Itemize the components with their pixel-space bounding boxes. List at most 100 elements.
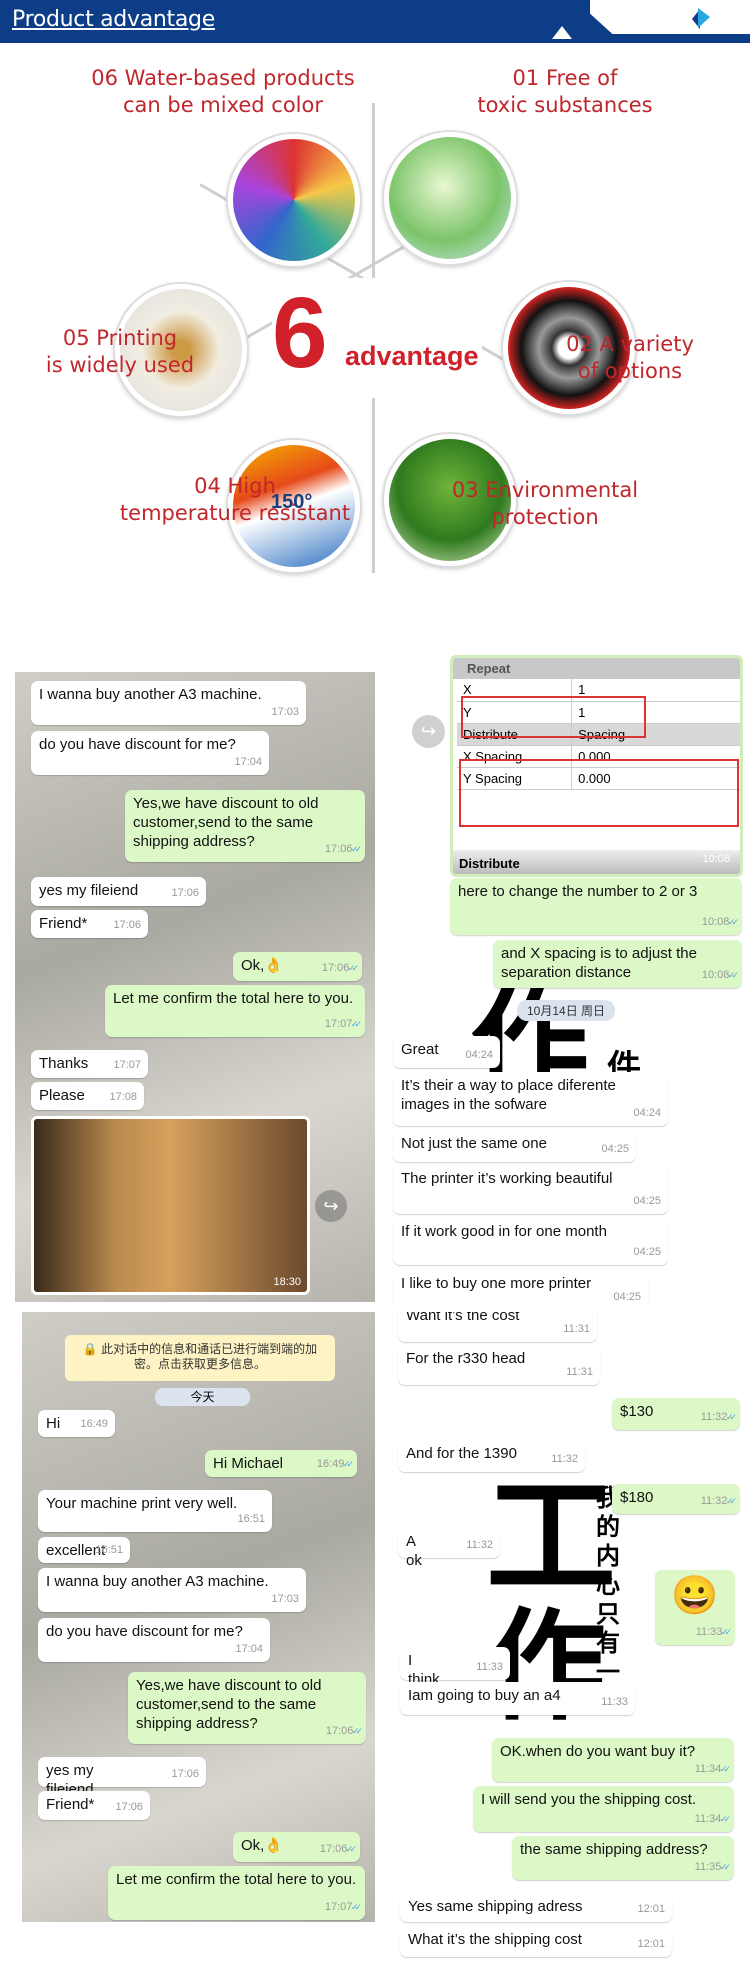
message-text: here to change the number to 2 or 3 bbox=[458, 883, 698, 900]
sent-message[interactable]: Yes,we have discount to old customer,sen… bbox=[125, 790, 365, 862]
sent-message[interactable]: Let me confirm the total here to you. 17:… bbox=[108, 1866, 365, 1920]
received-message[interactable]: Great 04:24 bbox=[393, 1036, 500, 1068]
advantage-label: 03 Environmental protection bbox=[440, 477, 650, 531]
message-text: The printer it’s working beautiful bbox=[401, 1170, 613, 1187]
message-text: I wanna buy another A3 machine. bbox=[46, 1573, 269, 1590]
sent-message[interactable]: Ok,👌 17:06 bbox=[233, 952, 362, 981]
received-message[interactable]: For the r330 head 11:31 bbox=[398, 1345, 600, 1385]
advantage-label: 02 A variety of options bbox=[560, 331, 700, 385]
settings-screenshot[interactable]: Repeat X 1 Y 1 Distribute Spacing X Spacing 0.0… bbox=[450, 655, 743, 877]
message-text: I wanna buy another A3 machine. bbox=[39, 686, 262, 703]
sent-message[interactable]: Yes,we have discount to old customer,sen… bbox=[128, 1672, 366, 1744]
received-message[interactable]: I wanna buy another A3 machine. 17:03 bbox=[31, 681, 306, 725]
received-message[interactable]: yes my fileiend 17:06 bbox=[31, 877, 206, 906]
message-time: 04:25 bbox=[633, 1246, 661, 1258]
message-time: 17:03 bbox=[271, 1593, 299, 1605]
sent-message[interactable]: Let me confirm the total here to you. 17:… bbox=[105, 985, 365, 1037]
sent-message[interactable]: OK.when do you want buy it? 11:34 bbox=[492, 1738, 734, 1782]
received-message[interactable]: yes my fileiend 17:06 bbox=[38, 1757, 206, 1798]
sent-message[interactable]: Ok,👌 17:06 bbox=[233, 1832, 360, 1862]
message-time: 17:06 bbox=[326, 1722, 359, 1741]
encryption-notice[interactable]: 🔒 此对话中的信息和通话已进行端到端的加密。点击获取更多信息。 bbox=[65, 1335, 335, 1381]
message-time: 10:08 bbox=[702, 913, 735, 932]
date-pill: 今天 bbox=[155, 1388, 250, 1406]
sent-message[interactable]: and X spacing is to adjust the separatio… bbox=[493, 940, 742, 988]
screenshot-time: 10:08 bbox=[702, 853, 730, 865]
sent-message[interactable]: 😀 11:33 bbox=[655, 1570, 735, 1645]
advantage-label-line: of options bbox=[577, 359, 683, 383]
message-time: 04:24 bbox=[633, 1107, 661, 1119]
received-message[interactable]: Your machine print very well. 16:51 bbox=[38, 1490, 272, 1532]
received-message[interactable]: Hi 16:49 bbox=[38, 1410, 115, 1437]
message-text: I like to buy one more printer bbox=[401, 1275, 592, 1292]
message-time: 16:51 bbox=[237, 1513, 265, 1525]
received-message[interactable]: Want it’s the cost 11:31 bbox=[398, 1312, 597, 1342]
message-text: Let me confirm the total here to you. bbox=[113, 990, 354, 1007]
advantage-label: 06 Water-based products can be mixed colo… bbox=[88, 65, 358, 119]
received-message[interactable]: Not just the same one 04:25 bbox=[393, 1130, 636, 1162]
bookshelf-photo[interactable]: 18:30 bbox=[31, 1116, 310, 1295]
message-time: 11:31 bbox=[566, 1366, 593, 1378]
received-message[interactable]: Friend* 17:06 bbox=[31, 910, 148, 938]
chat-screenshot-2: ↪ Repeat X 1 Y 1 Distribute Spacing X Spacing 0… bbox=[375, 650, 745, 1306]
advantage-label-line: 05 Printing bbox=[62, 326, 178, 350]
received-message[interactable]: What it’s the shipping cost 12:01 bbox=[400, 1926, 672, 1957]
forward-icon[interactable]: ↪ bbox=[412, 715, 445, 748]
highlight-box bbox=[461, 696, 646, 738]
message-time: 11:34 bbox=[695, 1760, 727, 1779]
received-message[interactable]: Yes same shipping adress 12:01 bbox=[400, 1893, 672, 1922]
received-message[interactable]: excellent 16:51 bbox=[38, 1537, 130, 1563]
received-message[interactable]: I wanna buy another A3 machine. 17:03 bbox=[38, 1568, 306, 1612]
received-message[interactable]: The printer it’s working beautiful 04:25 bbox=[393, 1165, 668, 1214]
message-text: Let me confirm the total here to you. bbox=[116, 1871, 357, 1888]
advantage-label-line: 06 Water-based products bbox=[91, 66, 355, 90]
sent-message[interactable]: $180 11:32 bbox=[612, 1484, 740, 1514]
message-time: 17:08 bbox=[109, 1091, 137, 1103]
message-time: 04:24 bbox=[465, 1049, 493, 1061]
message-text: If it work good in for one month bbox=[401, 1223, 607, 1240]
received-message[interactable]: Please 17:08 bbox=[31, 1082, 144, 1110]
message-time: 17:07 bbox=[325, 1898, 358, 1917]
sent-message[interactable]: the same shipping address? 11:35 bbox=[512, 1836, 734, 1880]
received-message[interactable]: Friend* 17:06 bbox=[38, 1791, 150, 1820]
advantage-label: 05 Printing is widely used bbox=[40, 325, 200, 379]
message-text: Want it’s the cost bbox=[406, 1312, 520, 1324]
sent-message[interactable]: Hi Michael 16:49 bbox=[205, 1450, 357, 1477]
message-text: 😀 bbox=[671, 1575, 719, 1617]
message-time: 17:06 bbox=[320, 1840, 353, 1859]
sent-message[interactable]: $130 11:32 bbox=[612, 1398, 740, 1430]
received-message[interactable]: It’s their a way to place diferente imag… bbox=[393, 1072, 668, 1126]
lightbulb-plant-image bbox=[384, 132, 516, 264]
photo-time: 18:30 bbox=[273, 1276, 301, 1288]
received-message[interactable]: Thanks 17:07 bbox=[31, 1050, 148, 1078]
message-time: 11:31 bbox=[563, 1323, 590, 1335]
received-message[interactable]: I think 11:33 bbox=[400, 1647, 510, 1688]
message-time: 10:08 bbox=[702, 966, 735, 985]
advantage-label-line: protection bbox=[491, 505, 599, 529]
forward-icon[interactable]: ↪ bbox=[315, 1190, 347, 1222]
sent-message[interactable]: here to change the number to 2 or 3 10:08 bbox=[450, 878, 742, 935]
advantage-label-line: 02 A variety bbox=[566, 332, 694, 356]
message-time: 04:25 bbox=[633, 1195, 661, 1207]
message-time: 11:35 bbox=[695, 1858, 727, 1877]
repeat-header: Repeat bbox=[453, 658, 740, 679]
received-message[interactable]: If it work good in for one month 04:25 bbox=[393, 1218, 668, 1265]
sent-message[interactable]: I will send you the shipping cost. 11:34 bbox=[473, 1786, 734, 1832]
message-text: Your machine print very well. bbox=[46, 1495, 238, 1512]
message-text: For the r330 head bbox=[406, 1350, 526, 1367]
message-time: 11:34 bbox=[695, 1810, 727, 1829]
received-message[interactable]: Iam going to buy an a4 11:33 bbox=[400, 1682, 635, 1715]
received-message[interactable]: And for the 1390 11:32 bbox=[398, 1440, 585, 1472]
received-message[interactable]: do you have discount for me? 17:04 bbox=[31, 731, 269, 775]
triangle-decoration bbox=[552, 26, 572, 39]
chat-screenshot-4: 工 作 我的内心只有一 Want it’s the cost 11:31 For t… bbox=[388, 1312, 745, 1975]
received-message[interactable]: A ok 11:32 bbox=[398, 1528, 500, 1569]
received-message[interactable]: I like to buy one more printer 04:25 bbox=[393, 1270, 648, 1306]
message-time: 12:01 bbox=[637, 1938, 665, 1950]
message-time: 11:33 bbox=[601, 1696, 628, 1708]
message-time: 17:06 bbox=[113, 919, 141, 931]
message-time: 17:06 bbox=[171, 1768, 199, 1780]
advantage-label-line: 03 Environmental bbox=[451, 478, 639, 502]
received-message[interactable]: do you have discount for me? 17:04 bbox=[38, 1618, 270, 1662]
header-decoration bbox=[590, 0, 750, 34]
